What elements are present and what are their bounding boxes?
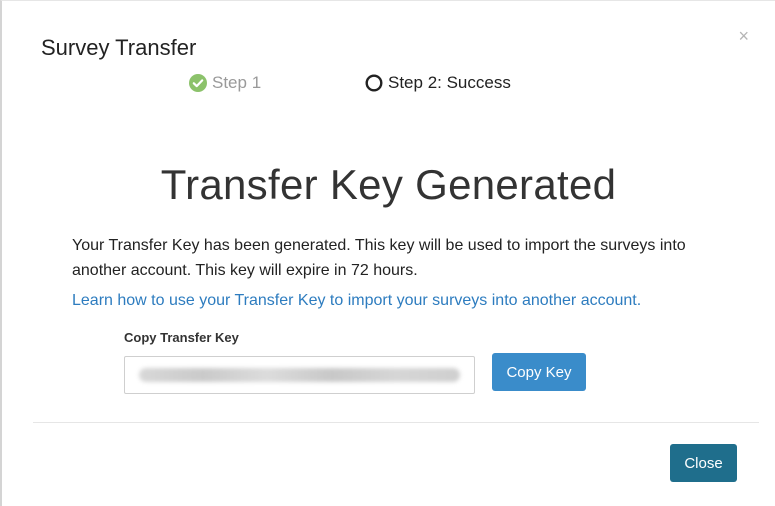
survey-transfer-dialog: Survey Transfer × Step 1 Step 2: Success… xyxy=(0,0,775,506)
footer-divider xyxy=(33,422,759,423)
circle-outline-icon xyxy=(365,74,383,92)
copy-transfer-key-label: Copy Transfer Key xyxy=(124,330,239,345)
close-icon[interactable]: × xyxy=(738,27,749,45)
step-indicator: Step 1 Step 2: Success xyxy=(2,73,775,97)
transfer-key-description: Your Transfer Key has been generated. Th… xyxy=(72,237,686,279)
step-1: Step 1 xyxy=(189,73,261,93)
transfer-key-heading: Transfer Key Generated xyxy=(160,161,617,208)
learn-transfer-key-link[interactable]: Learn how to use your Transfer Key to im… xyxy=(72,292,641,310)
redacted-key-value xyxy=(139,368,460,382)
copy-key-button[interactable]: Copy Key xyxy=(492,353,586,391)
transfer-key-field[interactable] xyxy=(124,356,475,394)
step-2: Step 2: Success xyxy=(365,73,511,93)
check-circle-icon xyxy=(189,74,207,92)
dialog-title: Survey Transfer xyxy=(41,35,197,60)
close-button[interactable]: Close xyxy=(670,444,737,482)
step-2-label: Step 2: Success xyxy=(388,73,511,92)
step-1-label: Step 1 xyxy=(212,73,262,92)
